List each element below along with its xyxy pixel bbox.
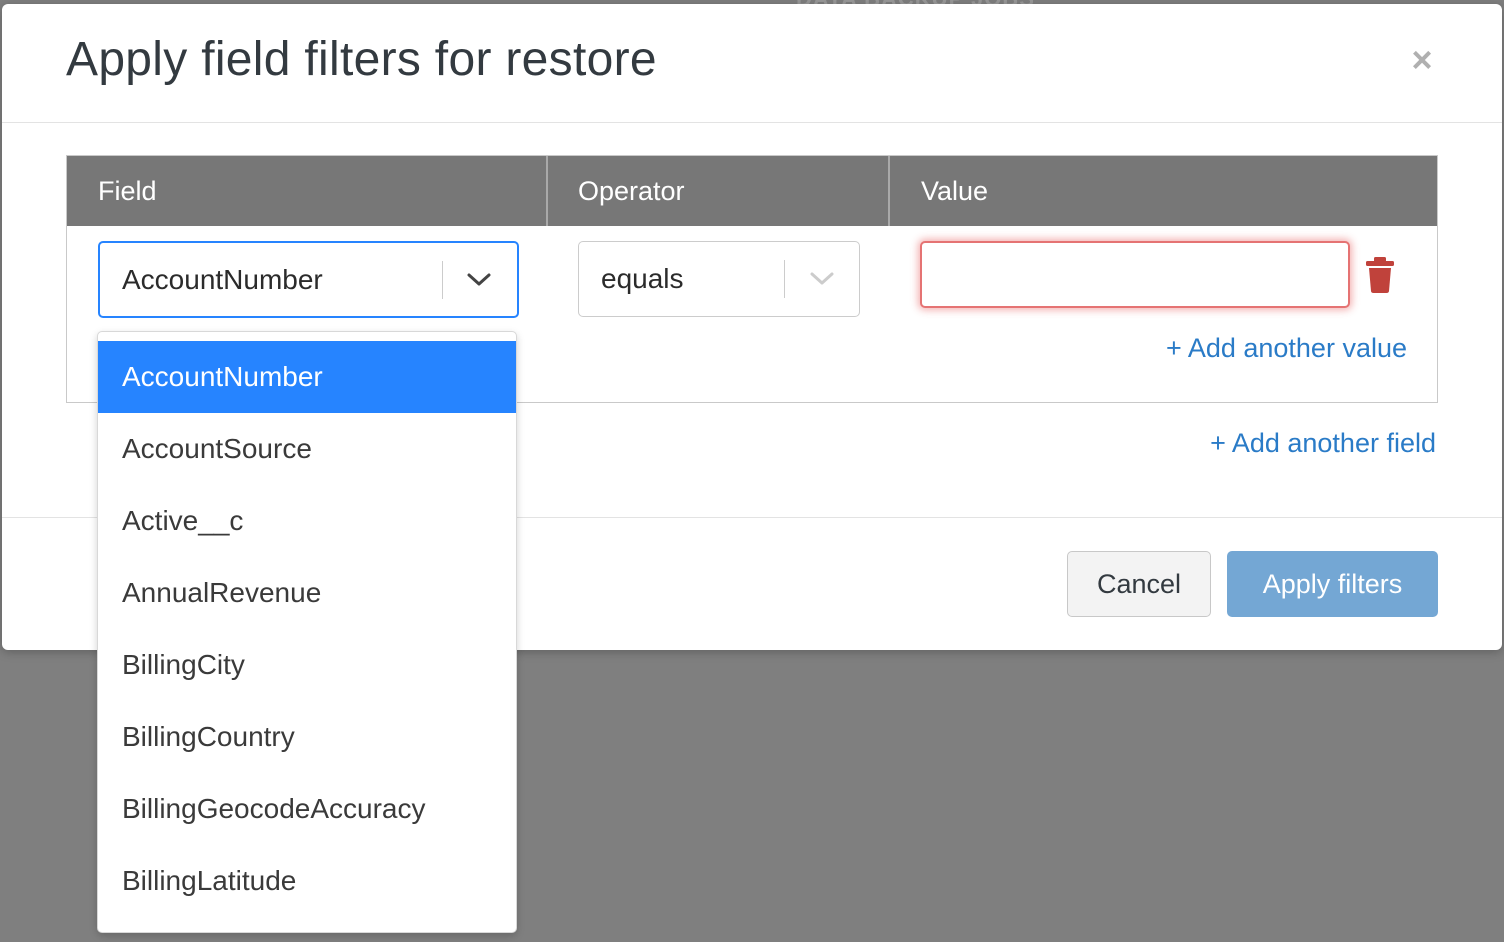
field-dropdown-menu: AccountNumber AccountSource Active__c An… (97, 331, 517, 933)
close-icon[interactable]: × (1406, 42, 1438, 78)
modal-header: Apply field filters for restore × (2, 4, 1502, 123)
dropdown-option[interactable]: AccountSource (98, 413, 516, 485)
operator-select[interactable]: equals (578, 241, 860, 317)
dropdown-option[interactable]: BillingLatitude (98, 845, 516, 917)
modal-title: Apply field filters for restore (66, 33, 657, 86)
dropdown-option[interactable]: BillingCountry (98, 701, 516, 773)
field-select-separator (442, 261, 443, 299)
column-header-field: Field (67, 156, 548, 226)
add-another-field-link[interactable]: + Add another field (1210, 428, 1436, 459)
value-input[interactable] (920, 241, 1350, 308)
apply-filters-button[interactable]: Apply filters (1227, 551, 1438, 617)
dropdown-option[interactable]: BillingGeocodeAccuracy (98, 773, 516, 845)
column-header-value: Value (921, 176, 989, 206)
field-select[interactable]: AccountNumber (98, 241, 519, 318)
chevron-down-icon[interactable] (809, 242, 835, 316)
field-select-value: AccountNumber (122, 263, 323, 295)
operator-select-separator (784, 260, 785, 298)
table-header-row: Field Operator Value (67, 156, 1437, 226)
dropdown-option[interactable]: BillingCity (98, 629, 516, 701)
add-another-value-link[interactable]: + Add another value (1166, 333, 1407, 364)
operator-select-value: equals (601, 263, 684, 294)
cancel-button[interactable]: Cancel (1067, 551, 1211, 617)
chevron-down-icon[interactable] (466, 243, 492, 316)
column-header-operator: Operator (548, 156, 890, 226)
dropdown-option[interactable]: AnnualRevenue (98, 557, 516, 629)
trash-icon[interactable] (1365, 256, 1395, 294)
dropdown-option[interactable]: AccountNumber (98, 341, 516, 413)
dropdown-option[interactable]: Active__c (98, 485, 516, 557)
